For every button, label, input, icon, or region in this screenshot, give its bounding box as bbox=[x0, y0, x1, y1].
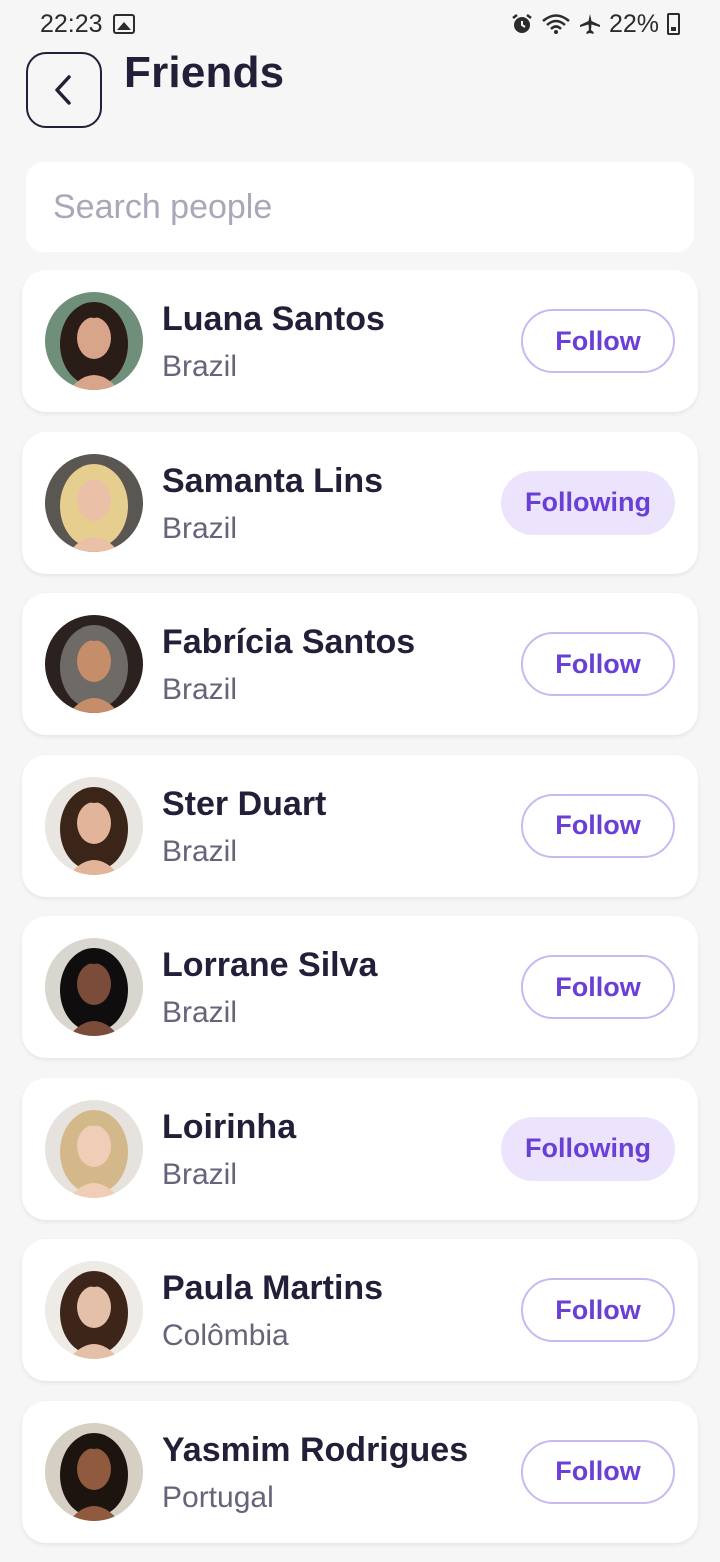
person-name: Fabrícia Santos bbox=[162, 623, 416, 661]
person-country: Brazil bbox=[162, 350, 238, 383]
status-right: 22% bbox=[511, 10, 680, 39]
status-left: 22:23 bbox=[40, 10, 135, 39]
battery-percent: 22% bbox=[608, 9, 659, 38]
person-name: Samanta Lins bbox=[162, 461, 384, 500]
person-card[interactable]: Lorrane Silva Brazil Follow bbox=[22, 916, 698, 1058]
person-card[interactable]: Ster Duart Brazil Follow bbox=[22, 754, 698, 897]
search-input[interactable] bbox=[53, 187, 694, 227]
following-button[interactable]: Following bbox=[501, 1116, 675, 1181]
follow-button[interactable]: Follow bbox=[521, 955, 675, 1019]
person-name: Yasmim Rodrigues bbox=[162, 1430, 469, 1469]
wifi-icon bbox=[542, 14, 570, 34]
airplane-icon bbox=[579, 14, 600, 34]
person-name: Loirinha bbox=[162, 1107, 297, 1146]
follow-button[interactable]: Follow bbox=[521, 1278, 675, 1342]
person-card[interactable]: Fabrícia Santos Brazil Follow bbox=[22, 593, 698, 735]
avatar[interactable] bbox=[45, 1099, 143, 1198]
battery-icon bbox=[667, 13, 680, 35]
page-title: Friends bbox=[124, 48, 285, 97]
alarm-icon bbox=[512, 14, 532, 33]
avatar[interactable] bbox=[45, 776, 143, 875]
person-name: Lorrane Silva bbox=[162, 946, 378, 984]
follow-button[interactable]: Follow bbox=[521, 793, 675, 858]
following-button[interactable]: Following bbox=[501, 470, 675, 535]
status-time: 22:23 bbox=[40, 9, 103, 38]
follow-button[interactable]: Follow bbox=[521, 309, 675, 373]
person-country: Brazil bbox=[162, 673, 238, 706]
status-bar: 22:23 22% bbox=[0, 0, 720, 48]
image-notification-icon bbox=[112, 14, 135, 34]
person-country: Portugal bbox=[162, 1480, 274, 1514]
back-button[interactable] bbox=[26, 52, 102, 128]
chevron-left-icon bbox=[55, 75, 71, 105]
header: Friends bbox=[26, 48, 696, 128]
avatar[interactable] bbox=[45, 1422, 143, 1521]
person-card[interactable]: Luana Santos Brazil Follow bbox=[22, 270, 698, 412]
people-list: Luana Santos Brazil Follow Samanta Lins Braz… bbox=[22, 270, 698, 1562]
search-box[interactable] bbox=[26, 162, 694, 252]
avatar[interactable] bbox=[45, 938, 143, 1036]
avatar[interactable] bbox=[45, 292, 143, 390]
person-country: Brazil bbox=[162, 996, 238, 1029]
avatar[interactable] bbox=[45, 1261, 143, 1359]
person-country: Colômbia bbox=[162, 1319, 289, 1352]
person-name: Ster Duart bbox=[162, 784, 327, 823]
person-country: Brazil bbox=[162, 1157, 238, 1191]
person-country: Brazil bbox=[162, 511, 238, 545]
follow-button[interactable]: Follow bbox=[521, 1439, 675, 1504]
follow-button[interactable]: Follow bbox=[521, 632, 675, 696]
avatar[interactable] bbox=[45, 453, 143, 552]
person-name: Paula Martins bbox=[162, 1269, 384, 1307]
person-card[interactable]: Samanta Lins Brazil Following bbox=[22, 431, 698, 574]
person-name: Luana Santos bbox=[162, 300, 385, 338]
person-card[interactable]: Paula Martins Colômbia Follow bbox=[22, 1239, 698, 1381]
person-card[interactable]: Yasmim Rodrigues Portugal Follow bbox=[22, 1400, 698, 1543]
person-country: Brazil bbox=[162, 834, 238, 868]
person-card[interactable]: Loirinha Brazil Following bbox=[22, 1077, 698, 1220]
avatar[interactable] bbox=[45, 615, 143, 713]
